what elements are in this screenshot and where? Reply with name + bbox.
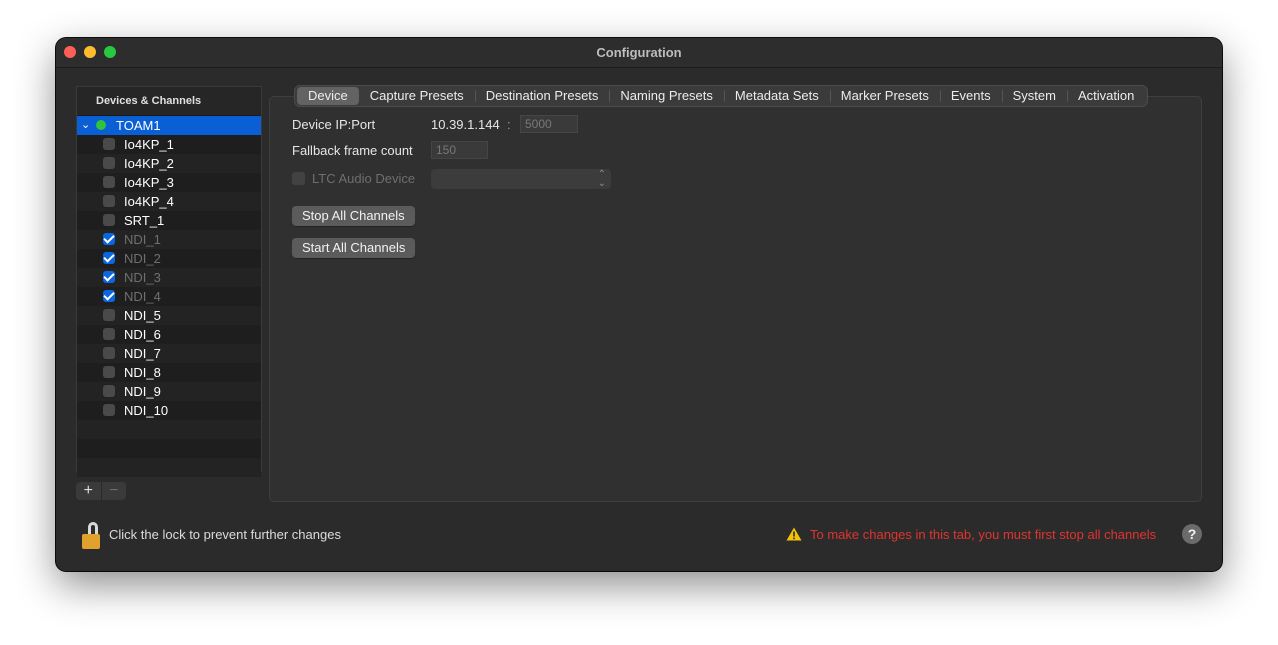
device-label: TOAM1 — [116, 118, 161, 133]
channel-row[interactable]: NDI_1 — [77, 230, 261, 249]
channel-label: NDI_10 — [124, 403, 169, 418]
tab-activation[interactable]: Activation — [1066, 87, 1145, 105]
device-ip-value: 10.39.1.144 — [431, 117, 500, 132]
tab-naming-presets[interactable]: Naming Presets — [609, 87, 723, 105]
tab-marker-presets[interactable]: Marker Presets — [829, 87, 940, 105]
lock-hint-text: Click the lock to prevent further change… — [109, 527, 341, 542]
ltc-audio-device-label: LTC Audio Device — [312, 171, 416, 186]
channel-label: SRT_1 — [124, 213, 165, 228]
channel-row[interactable]: NDI_7 — [77, 344, 261, 363]
channel-checkbox[interactable] — [103, 233, 115, 245]
channel-row[interactable]: NDI_3 — [77, 268, 261, 287]
empty-row — [77, 420, 261, 439]
tab-device[interactable]: Device — [297, 87, 359, 105]
channel-checkbox[interactable] — [103, 347, 115, 359]
channel-label: Io4KP_3 — [124, 175, 174, 190]
channel-label: NDI_1 — [124, 232, 161, 247]
warning-icon — [786, 527, 802, 541]
window-title: Configuration — [596, 45, 682, 60]
fallback-frame-count-label: Fallback frame count — [292, 143, 413, 158]
tab-metadata-sets[interactable]: Metadata Sets — [723, 87, 830, 105]
add-remove-control: + − — [76, 482, 126, 500]
channel-label: NDI_6 — [124, 327, 161, 342]
channel-row[interactable]: Io4KP_2 — [77, 154, 261, 173]
channel-row[interactable]: SRT_1 — [77, 211, 261, 230]
channel-checkbox[interactable] — [103, 385, 115, 397]
channel-checkbox[interactable] — [103, 328, 115, 340]
sidebar-header: Devices & Channels — [77, 87, 261, 116]
status-dot-icon — [96, 120, 106, 130]
ip-port-separator: : — [507, 117, 511, 132]
chevron-down-icon[interactable]: ⌄ — [81, 116, 90, 135]
help-button[interactable]: ? — [1182, 524, 1202, 544]
updown-chevron-icon: ⌃ ⌄ — [597, 169, 606, 189]
channel-label: NDI_7 — [124, 346, 161, 361]
channel-checkbox[interactable] — [103, 214, 115, 226]
channel-checkbox[interactable] — [103, 157, 115, 169]
channel-row[interactable]: NDI_9 — [77, 382, 261, 401]
channel-label: Io4KP_4 — [124, 194, 174, 209]
channel-row[interactable]: NDI_8 — [77, 363, 261, 382]
channel-row[interactable]: NDI_5 — [77, 306, 261, 325]
channel-checkbox[interactable] — [103, 271, 115, 283]
title-bar: Configuration — [56, 38, 1222, 68]
tab-destination-presets[interactable]: Destination Presets — [474, 87, 610, 105]
channel-checkbox[interactable] — [103, 252, 115, 264]
channel-label: NDI_2 — [124, 251, 161, 266]
channel-label: NDI_3 — [124, 270, 161, 285]
channel-checkbox[interactable] — [103, 290, 115, 302]
channel-checkbox[interactable] — [103, 366, 115, 378]
ltc-audio-device-select[interactable]: ⌃ ⌄ — [431, 169, 611, 189]
channel-label: NDI_4 — [124, 289, 161, 304]
channel-row[interactable]: NDI_2 — [77, 249, 261, 268]
tab-system[interactable]: System — [1001, 87, 1067, 105]
channel-row[interactable]: Io4KP_3 — [77, 173, 261, 192]
channel-label: Io4KP_2 — [124, 156, 174, 171]
configuration-window: Configuration Devices & Channels ⌄ TOAM1… — [56, 38, 1222, 571]
start-all-channels-button[interactable]: Start All Channels — [292, 238, 416, 258]
channel-label: NDI_5 — [124, 308, 161, 323]
channel-checkbox[interactable] — [103, 309, 115, 321]
warning-message: To make changes in this tab, you must fi… — [810, 527, 1157, 542]
channel-row[interactable]: Io4KP_1 — [77, 135, 261, 154]
tab-events[interactable]: Events — [939, 87, 1002, 105]
devices-sidebar: Devices & Channels ⌄ TOAM1 Io4KP_1 Io4KP_… — [76, 86, 262, 477]
lock-icon[interactable] — [80, 522, 102, 550]
device-channel-list: ⌄ TOAM1 Io4KP_1 Io4KP_2 Io4KP_3 Io4KP_4 SRT_… — [77, 116, 261, 477]
channel-row[interactable]: NDI_4 — [77, 287, 261, 306]
device-ip-port-label: Device IP:Port — [292, 117, 376, 132]
channel-checkbox[interactable] — [103, 404, 115, 416]
stop-all-channels-button[interactable]: Stop All Channels — [292, 206, 415, 226]
empty-row — [77, 439, 261, 458]
channel-label: NDI_8 — [124, 365, 161, 380]
channel-checkbox[interactable] — [103, 195, 115, 207]
empty-row — [77, 458, 261, 477]
channel-row[interactable]: Io4KP_4 — [77, 192, 261, 211]
remove-device-button[interactable]: − — [102, 482, 127, 500]
device-row-toam1[interactable]: ⌄ TOAM1 — [77, 116, 261, 135]
port-field[interactable]: 5000 — [520, 115, 578, 133]
channel-checkbox[interactable] — [103, 176, 115, 188]
channel-label: Io4KP_1 — [124, 137, 174, 152]
tab-capture-presets[interactable]: Capture Presets — [359, 87, 475, 105]
channel-row[interactable]: NDI_6 — [77, 325, 261, 344]
tab-bar: Device Capture Presets Destination Presets… — [294, 85, 1149, 107]
fallback-frame-count-field[interactable]: 150 — [431, 141, 488, 159]
ltc-audio-checkbox[interactable] — [292, 172, 305, 185]
channel-row[interactable]: NDI_10 — [77, 401, 261, 420]
channel-checkbox[interactable] — [103, 138, 115, 150]
add-device-button[interactable]: + — [76, 482, 102, 500]
channel-label: NDI_9 — [124, 384, 161, 399]
